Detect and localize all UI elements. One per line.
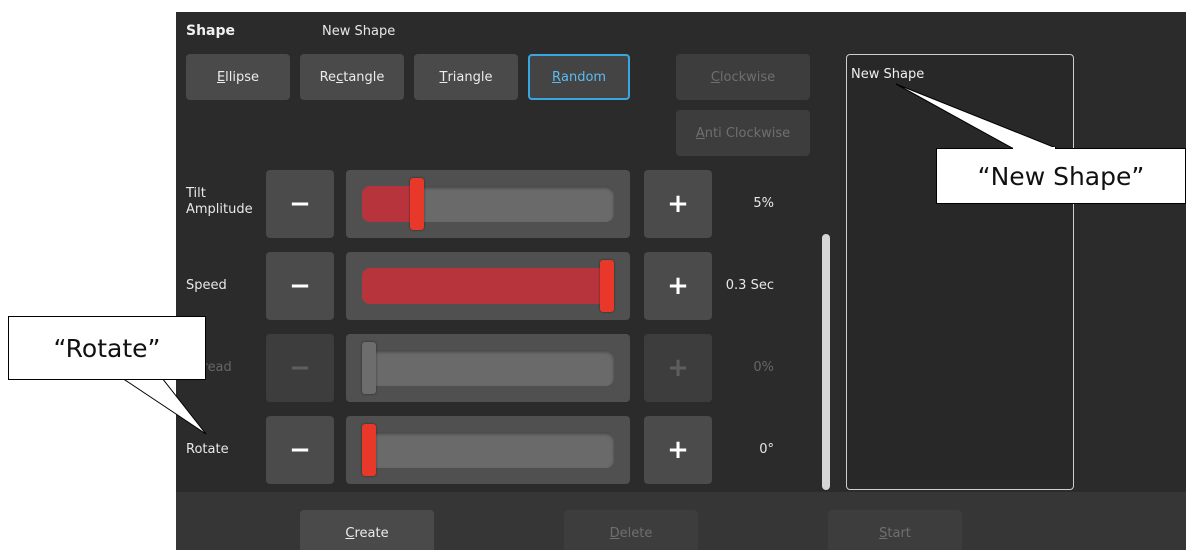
new-shape-callout-pointer: [895, 83, 1057, 149]
callout-pointers: [120, 83, 1057, 435]
rotate-callout: “Rotate”: [8, 316, 206, 380]
rotate-callout-pointer: [120, 377, 207, 435]
rotate-callout-join: [123, 376, 161, 379]
new-shape-callout: “New Shape”: [936, 148, 1186, 204]
new-shape-callout-join: [1013, 147, 1055, 150]
